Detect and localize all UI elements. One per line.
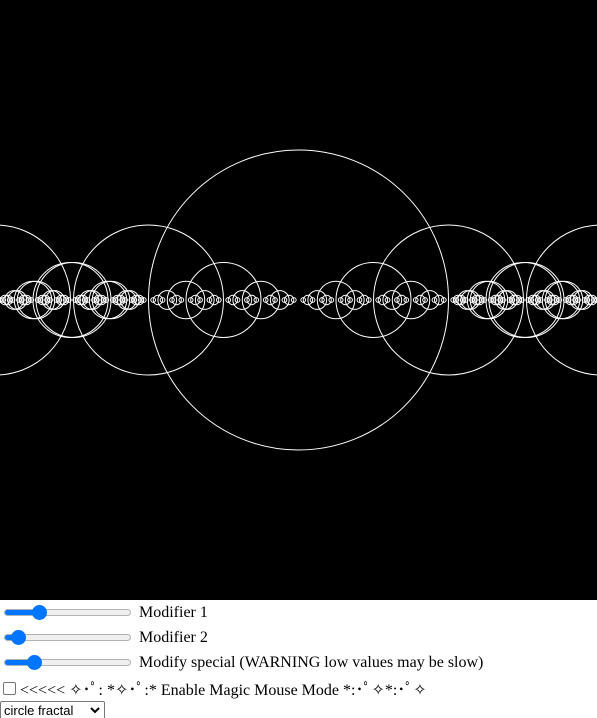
modifier-1-slider[interactable]	[2, 600, 131, 625]
chevron-down-icon	[90, 707, 100, 714]
mode-select-row: circle fractal	[0, 701, 597, 718]
modify-special-label: Modify special (WARNING low values may b…	[139, 653, 484, 671]
mode-select-value: circle fractal	[4, 703, 74, 718]
fractal-canvas[interactable]	[0, 0, 597, 600]
mode-select[interactable]: circle fractal	[0, 701, 105, 718]
slider-thumb[interactable]	[26, 655, 42, 670]
modifier-2-slider[interactable]	[2, 625, 131, 650]
slider-track	[4, 609, 131, 616]
fractal-drawing	[0, 0, 597, 600]
slider-thumb[interactable]	[32, 605, 48, 620]
modify-special-slider[interactable]	[2, 650, 131, 675]
magic-mouse-checkbox[interactable]	[3, 681, 16, 695]
modifier-1-row: Modifier 1	[0, 600, 597, 625]
magic-mouse-label: <<<<< ✧･ﾟ: *✧･ﾟ:* Enable Magic Mouse Mod…	[20, 682, 427, 699]
slider-track	[4, 659, 131, 666]
modifier-1-label: Modifier 1	[139, 603, 208, 621]
magic-mouse-row: <<<<< ✧･ﾟ: *✧･ﾟ:* Enable Magic Mouse Mod…	[0, 675, 597, 701]
modifier-2-label: Modifier 2	[139, 628, 208, 646]
modify-special-row: Modify special (WARNING low values may b…	[0, 650, 597, 675]
slider-thumb[interactable]	[10, 630, 26, 645]
modifier-2-row: Modifier 2	[0, 625, 597, 650]
